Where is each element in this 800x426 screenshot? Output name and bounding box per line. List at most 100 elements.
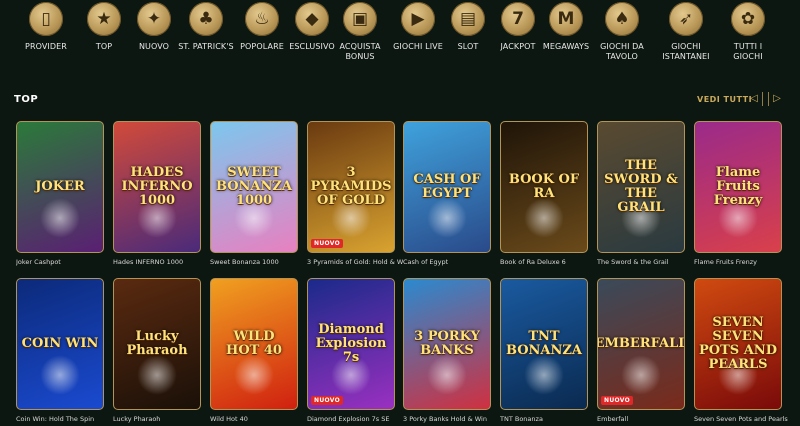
game-thumbnail[interactable]: HADES INFERNO 1000 bbox=[113, 121, 201, 253]
game-logo-text: TNT BONANZA bbox=[506, 329, 582, 358]
megaways-icon: M bbox=[549, 2, 583, 36]
game-logo-text: Flame Fruits Frenzy bbox=[713, 165, 763, 208]
game-thumbnail[interactable]: CASH OF EGYPT bbox=[403, 121, 491, 253]
nav-category-label: ST. PATRICK'S bbox=[178, 42, 234, 51]
top-icon: ★ bbox=[87, 2, 121, 36]
game-thumbnail[interactable]: Flame Fruits Frenzy bbox=[694, 121, 782, 253]
game-logo-text: BOOK OF RA bbox=[508, 172, 580, 201]
new-icon: ✦ bbox=[137, 2, 171, 36]
game-thumbnail[interactable]: 3 PORKY BANKS bbox=[403, 278, 491, 410]
arrow-left-icon[interactable]: ◁ bbox=[748, 93, 760, 105]
game-art: SWEET BONANZA 1000 bbox=[211, 122, 297, 252]
game-tile[interactable]: 3 PYRAMIDS OF GOLD NUOVO 3 Pyramids of Gol… bbox=[307, 121, 403, 266]
game-art: COIN WIN bbox=[17, 279, 103, 409]
buy-bonus-icon: ▣ bbox=[343, 2, 377, 36]
nav-category-13[interactable]: ✿ TUTTI I GIOCHI bbox=[718, 2, 778, 62]
game-tile[interactable]: BOOK OF RA Book of Ra Deluxe 6 bbox=[500, 121, 590, 266]
game-tile[interactable]: EMBERFALL NUOVO Emberfall bbox=[597, 278, 687, 423]
game-logo-text: COIN WIN bbox=[21, 336, 99, 351]
nav-category-10[interactable]: M MEGAWAYS bbox=[536, 2, 596, 52]
game-art: EMBERFALL bbox=[598, 279, 684, 409]
nav-category-label: GIOCHI DA TAVOLO bbox=[600, 42, 644, 61]
game-name: Sweet Bonanza 1000 bbox=[210, 258, 279, 266]
nav-category-0[interactable]: ▯ PROVIDER bbox=[16, 2, 76, 52]
game-name: The Sword & the Grail bbox=[597, 258, 669, 266]
game-art: Lucky Pharaoh bbox=[114, 279, 200, 409]
game-tile[interactable]: 3 PORKY BANKS 3 Porky Banks Hold & Win bbox=[403, 278, 493, 423]
game-logo-text: WILD HOT 40 bbox=[226, 329, 282, 358]
game-thumbnail[interactable]: SEVEN SEVEN POTS AND PEARLS bbox=[694, 278, 782, 410]
game-name: Flame Fruits Frenzy bbox=[694, 258, 757, 266]
instant-games-icon: ➶ bbox=[669, 2, 703, 36]
nav-category-label: GIOCHI ISTANTANEI bbox=[662, 42, 710, 61]
game-tile[interactable]: HADES INFERNO 1000 Hades INFERNO 1000 bbox=[113, 121, 203, 266]
game-art: HADES INFERNO 1000 bbox=[114, 122, 200, 252]
game-art: 3 PORKY BANKS bbox=[404, 279, 490, 409]
arrow-right-icon[interactable]: ▷ bbox=[771, 93, 783, 105]
arrow-divider bbox=[762, 92, 769, 106]
game-tile[interactable]: WILD HOT 40 Wild Hot 40 bbox=[210, 278, 300, 423]
live-games-icon: ▶ bbox=[401, 2, 435, 36]
jackpot-icon: 7 bbox=[501, 2, 535, 36]
game-art: JOKER bbox=[17, 122, 103, 252]
game-thumbnail[interactable]: Lucky Pharaoh bbox=[113, 278, 201, 410]
game-thumbnail[interactable]: EMBERFALL NUOVO bbox=[597, 278, 685, 410]
game-thumbnail[interactable]: WILD HOT 40 bbox=[210, 278, 298, 410]
nav-category-label: MEGAWAYS bbox=[542, 42, 590, 51]
nav-category-12[interactable]: ➶ GIOCHI ISTANTANEI bbox=[656, 2, 716, 62]
game-art: THE SWORD & THE GRAIL bbox=[598, 122, 684, 252]
game-logo-text: Lucky Pharaoh bbox=[126, 329, 188, 358]
game-art: SEVEN SEVEN POTS AND PEARLS bbox=[695, 279, 781, 409]
game-thumbnail[interactable]: 3 PYRAMIDS OF GOLD NUOVO bbox=[307, 121, 395, 253]
game-tile[interactable]: THE SWORD & THE GRAIL The Sword & the Gra… bbox=[597, 121, 687, 266]
game-art: WILD HOT 40 bbox=[211, 279, 297, 409]
game-logo-text: THE SWORD & THE GRAIL bbox=[604, 158, 678, 215]
game-logo-text: JOKER bbox=[35, 179, 85, 194]
popular-icon: ♨ bbox=[245, 2, 279, 36]
game-tile[interactable]: SWEET BONANZA 1000 Sweet Bonanza 1000 bbox=[210, 121, 300, 266]
nav-category-6[interactable]: ▣ ACQUISTA BONUS bbox=[330, 2, 390, 62]
game-name: 3 Pyramids of Gold: Hold & Win bbox=[307, 258, 403, 266]
game-tile[interactable]: Diamond Explosion 7s NUOVO Diamond Explosi… bbox=[307, 278, 397, 423]
game-name: Lucky Pharaoh bbox=[113, 415, 161, 423]
game-logo-text: 3 PYRAMIDS OF GOLD bbox=[310, 165, 392, 208]
new-badge: NUOVO bbox=[311, 396, 343, 405]
exclusive-icon: ◆ bbox=[295, 2, 329, 36]
game-tile[interactable]: TNT BONANZA TNT Bonanza bbox=[500, 278, 590, 423]
provider-icon: ▯ bbox=[29, 2, 63, 36]
game-thumbnail[interactable]: JOKER bbox=[16, 121, 104, 253]
game-tile[interactable]: CASH OF EGYPT Cash of Egypt bbox=[403, 121, 493, 266]
game-name: 3 Porky Banks Hold & Win bbox=[403, 415, 487, 423]
game-art: 3 PYRAMIDS OF GOLD bbox=[308, 122, 394, 252]
nav-category-3[interactable]: ♣ ST. PATRICK'S bbox=[176, 2, 236, 52]
game-thumbnail[interactable]: COIN WIN bbox=[16, 278, 104, 410]
game-tile[interactable]: Lucky Pharaoh Lucky Pharaoh bbox=[113, 278, 203, 423]
nav-category-2[interactable]: ✦ NUOVO bbox=[124, 2, 184, 52]
game-art: BOOK OF RA bbox=[501, 122, 587, 252]
game-name: Emberfall bbox=[597, 415, 629, 423]
game-logo-text: EMBERFALL bbox=[597, 336, 685, 351]
game-thumbnail[interactable]: BOOK OF RA bbox=[500, 121, 588, 253]
table-games-icon: ♠ bbox=[605, 2, 639, 36]
new-badge: NUOVO bbox=[311, 239, 343, 248]
game-art: TNT BONANZA bbox=[501, 279, 587, 409]
game-name: TNT Bonanza bbox=[500, 415, 543, 423]
game-tile[interactable]: Flame Fruits Frenzy Flame Fruits Frenzy bbox=[694, 121, 784, 266]
game-tile[interactable]: COIN WIN Coin Win: Hold The Spin bbox=[16, 278, 106, 423]
nav-category-11[interactable]: ♠ GIOCHI DA TAVOLO bbox=[592, 2, 652, 62]
all-games-icon: ✿ bbox=[731, 2, 765, 36]
game-name: Hades INFERNO 1000 bbox=[113, 258, 184, 266]
game-thumbnail[interactable]: SWEET BONANZA 1000 bbox=[210, 121, 298, 253]
game-tile[interactable]: SEVEN SEVEN POTS AND PEARLS Seven Seven P… bbox=[694, 278, 788, 423]
game-thumbnail[interactable]: THE SWORD & THE GRAIL bbox=[597, 121, 685, 253]
section-title: TOP bbox=[14, 94, 39, 105]
category-nav: ▯ PROVIDER ★ TOP ✦ NUOVO ♣ ST. PATRICK'S ♨ POPOLA… bbox=[0, 0, 800, 72]
nav-category-label: PROVIDER bbox=[25, 42, 67, 51]
nav-category-label: TUTTI I GIOCHI bbox=[733, 42, 763, 61]
game-thumbnail[interactable]: Diamond Explosion 7s NUOVO bbox=[307, 278, 395, 410]
game-thumbnail[interactable]: TNT BONANZA bbox=[500, 278, 588, 410]
see-all-link[interactable]: VEDI TUTTI bbox=[697, 95, 752, 104]
game-tile[interactable]: JOKER Joker Cashpot bbox=[16, 121, 106, 266]
game-logo-text: CASH OF EGYPT bbox=[413, 172, 481, 201]
game-name: Seven Seven Pots and Pearls bbox=[694, 415, 788, 423]
